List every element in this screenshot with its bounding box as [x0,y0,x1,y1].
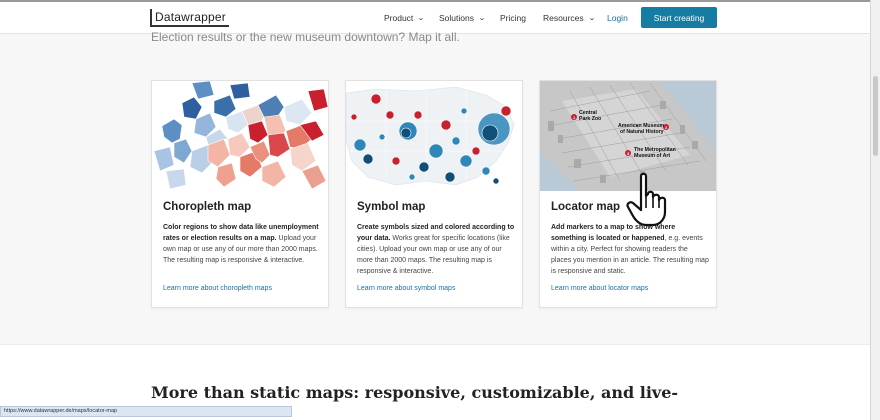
login-link[interactable]: Login [607,2,628,34]
choropleth-map-image [152,81,328,191]
nav-product-label: Product [384,13,414,23]
marker-label: Museum of Art [634,153,670,159]
symbol-map-image [346,81,522,191]
learn-more-symbol-link[interactable]: Learn more about symbol maps [357,285,455,292]
card-description: Create symbols sized and colored accordi… [357,222,515,277]
chevron-down-icon: ⌄ [587,15,596,22]
page-scrollbar[interactable] [870,0,880,420]
choropleth-card[interactable]: Choropleth map Color regions to show dat… [151,80,329,308]
chevron-down-icon: ⌄ [478,15,486,22]
nav-resources[interactable]: Resources ⌄ [543,2,595,34]
learn-more-locator-link[interactable]: Learn more about locator maps [551,285,648,292]
features-heading: More than static maps: responsive, custo… [151,383,679,402]
nav-resources-label: Resources [543,13,584,23]
nav-solutions-label: Solutions [439,13,474,23]
marker-label: of Natural History [620,129,664,135]
datawrapper-logo[interactable]: Datawrapper [150,9,229,27]
card-description: Add markers to a map to show where somet… [551,222,709,277]
card-title: Choropleth map [163,201,252,213]
card-description: Color regions to show data like unemploy… [163,222,321,266]
section-subheading: Election results or the new museum downt… [151,30,460,44]
nav-pricing-label: Pricing [500,13,526,23]
learn-more-choropleth-link[interactable]: Learn more about choropleth maps [163,285,272,292]
hand-pointer-icon [626,172,667,227]
chevron-down-icon: ⌄ [417,15,426,22]
nav-pricing[interactable]: Pricing [500,2,526,34]
browser-status-bar: https://www.datawrapper.de/maps/locator-… [0,406,292,417]
scrollbar-thumb[interactable] [873,76,878,156]
card-title: Symbol map [357,201,426,213]
start-creating-button[interactable]: Start creating [641,7,717,28]
symbol-card[interactable]: Symbol map Create symbols sized and colo… [345,80,523,308]
card-title: Locator map [551,201,621,213]
marker-label: Park Zoo [579,116,601,122]
